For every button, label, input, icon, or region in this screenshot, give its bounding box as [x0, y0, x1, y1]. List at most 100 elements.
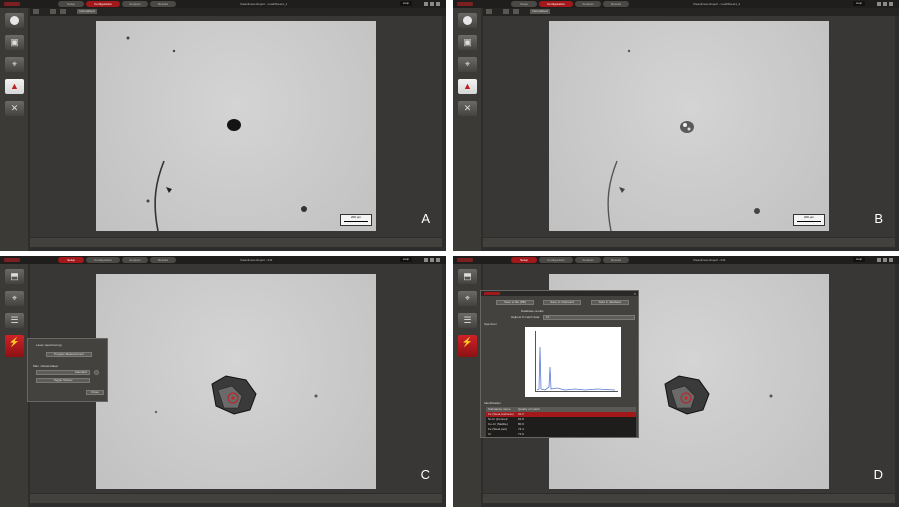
restore-icon[interactable]	[883, 2, 887, 6]
tab-analysis[interactable]: Analysis	[575, 257, 601, 263]
image-toolbar: Normalized	[30, 8, 446, 16]
minimize-icon[interactable]	[424, 258, 428, 262]
help-button[interactable]: Help	[853, 1, 865, 6]
restore-icon[interactable]	[430, 258, 434, 262]
help-button[interactable]: Help	[400, 257, 412, 262]
close-dialog-button[interactable]: Close	[86, 390, 104, 395]
tab-analysis[interactable]: Analysis	[122, 257, 148, 263]
overlay-icon[interactable]	[60, 9, 66, 14]
sidebar-tools-button[interactable]: ✕	[458, 101, 477, 116]
sidebar-libs-button[interactable]: ⚡	[458, 335, 477, 357]
tab-configuration[interactable]: Configuration	[539, 1, 573, 7]
sample-holder-icon: ⬒	[463, 271, 472, 281]
grid-view-icon[interactable]	[503, 9, 509, 14]
status-bar	[483, 238, 895, 247]
save-to-clipboard-button[interactable]: Save to Clipboard	[543, 300, 581, 305]
microscope-image	[96, 274, 376, 489]
spectrum-line	[536, 346, 616, 391]
sidebar-microscope-button[interactable]: ⌖	[5, 291, 24, 306]
sidebar-microscope-button[interactable]: ⌖	[458, 291, 477, 306]
close-icon[interactable]	[436, 2, 440, 6]
tab-configuration[interactable]: Configuration	[539, 257, 573, 263]
particle-image-svg	[126, 36, 307, 231]
sidebar-camera-button[interactable]: ▣	[458, 35, 477, 50]
overlay-icon[interactable]	[513, 9, 519, 14]
histogram-icon: ▲	[463, 81, 472, 91]
sidebar-histogram-button[interactable]: ▲	[458, 79, 477, 94]
screenshot-panel-c: Setup Configuration Analysis Results Cle…	[0, 256, 446, 507]
tab-setup[interactable]: Setup	[58, 1, 84, 7]
laser-icon: ⚡	[8, 337, 21, 347]
clock-icon	[10, 16, 19, 25]
camera-icon: ▣	[463, 37, 472, 47]
sidebar-histogram-button[interactable]: ▲	[5, 79, 24, 94]
sidebar-list-button[interactable]: ☰	[458, 313, 477, 328]
app-logo	[457, 2, 473, 6]
grid-view-icon[interactable]	[50, 9, 56, 14]
title-bar: Setup Configuration Analysis Results Cle…	[0, 256, 446, 264]
restore-icon[interactable]	[883, 258, 887, 262]
view-mode-button[interactable]: Normalized	[530, 9, 550, 14]
limit-label: Highest # match data	[511, 315, 540, 319]
microscope-icon: ⌖	[464, 59, 471, 69]
shutter-select[interactable]: Standard	[36, 370, 90, 375]
sidebar-camera-button[interactable]: ▣	[5, 35, 24, 50]
clock-icon	[463, 16, 472, 25]
tab-configuration[interactable]: Configuration	[86, 1, 120, 7]
toggle-shutter-button[interactable]: Toggle Shutter	[36, 378, 90, 383]
fit-view-icon[interactable]	[33, 9, 39, 14]
title-bar: Setup Configuration Analysis Results Cle…	[0, 0, 446, 8]
table-row[interactable]: Cr 71.6	[486, 432, 636, 437]
screenshot-panel-d: Setup Configuration Analysis Results Cle…	[453, 256, 899, 507]
sidebar-libs-button[interactable]: ⚡	[5, 335, 24, 357]
start-in-database-button[interactable]: Start in database	[591, 300, 629, 305]
prepare-measurement-button[interactable]: Prepare Measurement	[46, 352, 92, 357]
window-title: Cleanliness Expert - LoadSheet1_2	[693, 2, 741, 6]
laser-icon: ⚡	[461, 337, 474, 347]
status-bar	[30, 238, 442, 247]
help-button[interactable]: Help	[400, 1, 412, 6]
help-button[interactable]: Help	[853, 257, 865, 262]
list-icon: ☰	[463, 315, 472, 325]
app-logo	[457, 258, 473, 262]
tab-analysis[interactable]: Analysis	[575, 1, 601, 7]
limit-input[interactable]: 10	[543, 315, 635, 320]
sidebar-microscope-button[interactable]: ⌖	[5, 57, 24, 72]
sidebar-sample-button[interactable]: ⬒	[458, 269, 477, 284]
tab-results[interactable]: Results	[603, 1, 629, 7]
identification-table: Substance name Quality of match Fe (Stee…	[486, 407, 636, 437]
sidebar-list-button[interactable]: ☰	[5, 313, 24, 328]
panel-letter: C	[420, 467, 430, 482]
camera-icon: ▣	[10, 37, 19, 47]
restore-icon[interactable]	[430, 2, 434, 6]
save-to-file-button[interactable]: Save to file (DB)	[496, 300, 534, 305]
tab-results[interactable]: Results	[150, 257, 176, 263]
close-icon[interactable]	[889, 2, 893, 6]
close-icon[interactable]	[436, 258, 440, 262]
tab-setup[interactable]: Setup	[58, 257, 84, 263]
minimize-icon[interactable]	[877, 258, 881, 262]
minimize-icon[interactable]	[877, 2, 881, 6]
match-quality: 71.6	[518, 432, 524, 436]
tab-analysis[interactable]: Analysis	[122, 1, 148, 7]
microscope-icon: ⌖	[11, 59, 18, 69]
sidebar-tools-button[interactable]: ✕	[5, 101, 24, 116]
minimize-icon[interactable]	[424, 2, 428, 6]
dialog-close-icon[interactable]: ×	[634, 291, 636, 296]
tab-results[interactable]: Results	[603, 257, 629, 263]
tab-results[interactable]: Results	[150, 1, 176, 7]
sidebar-sample-button[interactable]: ⬒	[5, 269, 24, 284]
sample-holder-icon: ⬒	[10, 271, 19, 281]
close-icon[interactable]	[889, 258, 893, 262]
window-title: Cleanliness Expert - 011	[693, 258, 726, 262]
sidebar-clock-button[interactable]	[5, 13, 24, 28]
tab-setup[interactable]: Setup	[511, 1, 537, 7]
view-mode-button[interactable]: Normalized	[77, 9, 97, 14]
sidebar-microscope-button[interactable]: ⌖	[458, 57, 477, 72]
tab-configuration[interactable]: Configuration	[86, 257, 120, 263]
fit-view-icon[interactable]	[486, 9, 492, 14]
tab-setup[interactable]: Setup	[511, 257, 537, 263]
refresh-icon[interactable]	[94, 370, 99, 375]
sidebar-clock-button[interactable]	[458, 13, 477, 28]
laser-dialog: Laser spectroscopy Prepare Measurement M…	[27, 338, 108, 402]
